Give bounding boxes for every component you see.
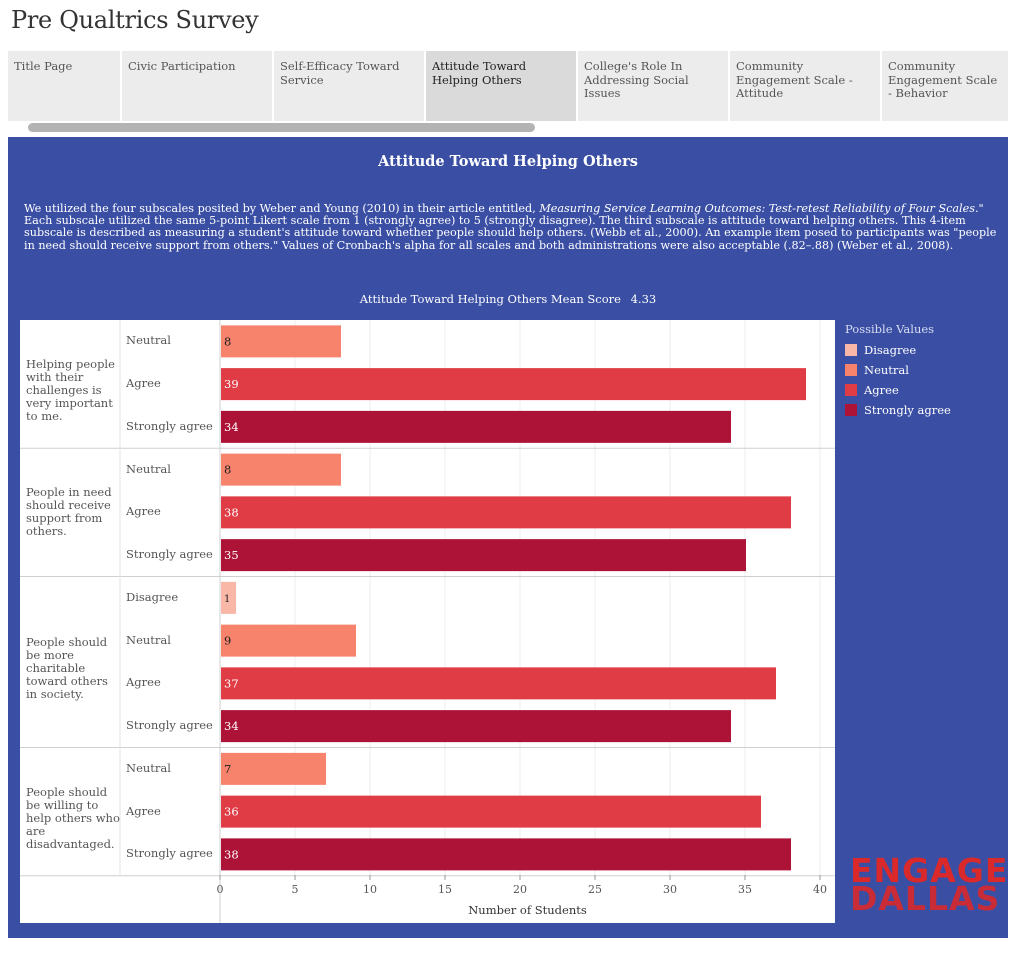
legend-label-agree: Agree <box>864 383 899 397</box>
bar-agree[interactable] <box>221 667 776 700</box>
tab-title-page[interactable]: Title Page <box>8 51 120 121</box>
tab-bar: Title Page Civic Participation Self-Effi… <box>8 51 1016 121</box>
bar-value-label: 7 <box>224 762 231 776</box>
bar-value-label: 39 <box>224 377 239 391</box>
legend: Possible Values Disagree Neutral Agree S… <box>845 322 951 420</box>
bar-neutral[interactable] <box>221 624 356 657</box>
engage-dallas-logo: ENGAGE DALLAS <box>850 854 1007 918</box>
mean-score-value: 4.33 <box>630 292 657 306</box>
question-label: People should be willing to help others … <box>26 784 120 851</box>
tab-scrollbar-thumb[interactable] <box>28 123 535 132</box>
bar-value-label: 38 <box>224 847 239 861</box>
response-label: Agree <box>126 504 161 519</box>
tab-community-engagement-attitude[interactable]: Community Engagement Scale - Attitude <box>730 51 880 121</box>
x-tick-label: 20 <box>513 883 527 896</box>
tab-community-engagement-behavior[interactable]: Community Engagement Scale - Behavior <box>882 51 1008 121</box>
tab-self-efficacy[interactable]: Self-Efficacy Toward Service <box>274 51 424 121</box>
legend-item-neutral[interactable]: Neutral <box>845 360 951 380</box>
intro-text: We utilized the four subscales posited b… <box>24 202 999 252</box>
question-label: People in need should receive support fr… <box>26 485 112 539</box>
x-tick-label: 15 <box>438 883 452 896</box>
bar-neutral[interactable] <box>221 325 341 358</box>
legend-label-strongly-agree: Strongly agree <box>864 403 951 417</box>
question-label: People should be more charitable toward … <box>26 635 108 701</box>
legend-swatch-disagree <box>845 344 857 356</box>
response-label: Neutral <box>126 632 171 647</box>
bar-value-label: 34 <box>224 719 239 733</box>
bar-value-label: 37 <box>224 676 239 690</box>
legend-swatch-strongly-agree <box>845 404 857 416</box>
response-label: Agree <box>126 376 161 391</box>
response-label: Neutral <box>126 760 171 775</box>
response-label: Strongly agree <box>126 418 213 433</box>
page-title: Pre Qualtrics Survey <box>11 6 259 34</box>
bar-value-label: 1 <box>224 594 230 605</box>
x-tick-label: 30 <box>663 883 677 896</box>
legend-label-disagree: Disagree <box>864 343 917 357</box>
legend-swatch-agree <box>845 384 857 396</box>
bar-value-label: 38 <box>224 505 239 519</box>
response-label: Strongly agree <box>126 846 213 861</box>
x-tick-label: 0 <box>217 883 224 896</box>
bar-value-label: 9 <box>224 634 231 648</box>
logo-line2: DALLAS <box>850 879 1001 918</box>
bar-value-label: 8 <box>224 463 231 477</box>
intro-article-title: Measuring Service Learning Outcomes: Tes… <box>539 202 975 215</box>
x-tick-label: 25 <box>588 883 602 896</box>
x-axis-title: Number of Students <box>468 903 587 917</box>
tab-colleges-role[interactable]: College's Role In Addressing Social Issu… <box>578 51 728 121</box>
response-label: Agree <box>126 803 161 818</box>
response-label: Strongly agree <box>126 718 213 733</box>
response-label: Neutral <box>126 333 171 348</box>
mean-score-line: Attitude Toward Helping Others Mean Scor… <box>8 292 1008 306</box>
legend-item-strongly-agree[interactable]: Strongly agree <box>845 400 951 420</box>
bar-chart-svg: 8 39 34 8 38 35 1 9 37 34 7 36 38 0 5 10 15 20 25 30 35 40 <box>20 320 835 923</box>
bar-value-label: 34 <box>224 420 239 434</box>
intro-part1: We utilized the four subscales posited b… <box>24 202 540 215</box>
response-label: Agree <box>126 675 161 690</box>
bar-strongly-agree[interactable] <box>221 410 731 443</box>
bar-value-label: 36 <box>224 805 239 819</box>
question-label: Helping people with their challenges is … <box>26 357 115 424</box>
bar-strongly-agree[interactable] <box>221 710 731 743</box>
bar-agree[interactable] <box>221 795 761 828</box>
legend-swatch-neutral <box>845 364 857 376</box>
bar-strongly-agree[interactable] <box>221 539 746 572</box>
bar-value-label: 35 <box>224 548 239 562</box>
mean-score-label: Attitude Toward Helping Others Mean Scor… <box>359 292 621 306</box>
tab-civic-participation[interactable]: Civic Participation <box>122 51 272 121</box>
bar-neutral[interactable] <box>221 453 341 486</box>
x-tick-label: 10 <box>363 883 377 896</box>
bar-neutral[interactable] <box>221 752 326 785</box>
legend-label-neutral: Neutral <box>864 363 909 377</box>
bar-agree[interactable] <box>221 368 806 401</box>
x-tick-label: 35 <box>738 883 752 896</box>
x-tick-label: 40 <box>813 883 827 896</box>
x-tick-label: 5 <box>292 883 299 896</box>
response-label: Strongly agree <box>126 547 213 562</box>
bar-chart: 8 39 34 8 38 35 1 9 37 34 7 36 38 0 5 10 15 20 25 30 35 40 Nu… <box>20 320 835 923</box>
tab-attitude-helping-others[interactable]: Attitude Toward Helping Others <box>426 51 576 121</box>
legend-item-disagree[interactable]: Disagree <box>845 340 951 360</box>
bar-agree[interactable] <box>221 496 791 529</box>
bar-value-label: 8 <box>224 334 231 348</box>
legend-item-agree[interactable]: Agree <box>845 380 951 400</box>
response-label: Neutral <box>126 461 171 476</box>
response-label: Disagree <box>126 589 179 604</box>
legend-title: Possible Values <box>845 322 935 336</box>
bar-strongly-agree[interactable] <box>221 838 791 871</box>
panel-title: Attitude Toward Helping Others <box>378 153 638 170</box>
